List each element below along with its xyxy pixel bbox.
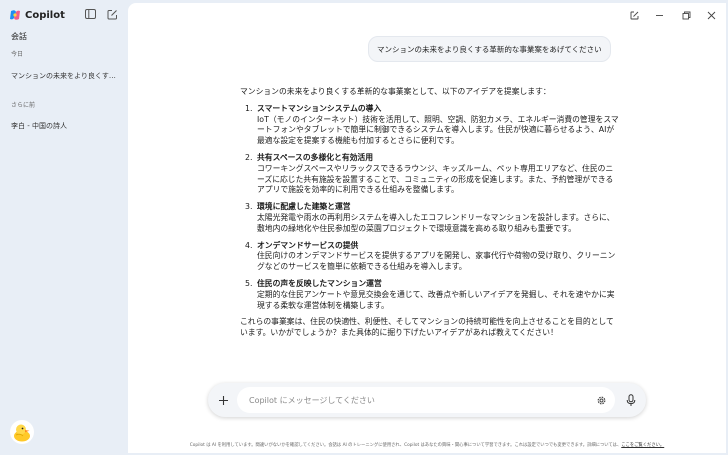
conversation-item[interactable]: マンションの未来をより良くする革新的な事業案 [11, 71, 121, 81]
add-attachment-button[interactable] [213, 390, 233, 410]
composer [208, 383, 646, 417]
conversations-heading: 会話 [11, 32, 27, 41]
chat-panel: マンションの未来をより良くする革新的な事業案をあげてください マンションの未来を… [128, 3, 726, 453]
answer-intro: マンションの未来をより良くする革新的な事業案として、以下のアイデアを提案します： [240, 87, 551, 96]
item-title: 環境に配慮した建築と運営 [257, 202, 351, 212]
list-item: 1. スマートマンションシステムの導入 IoT（モノのインターネット）技術を活用… [240, 104, 620, 147]
item-body: コワーキングスペースやリラックスできるラウンジ、キッズルーム、ペット専用エリアな… [257, 163, 614, 195]
microphone-button[interactable] [621, 390, 641, 410]
list-item: 3. 環境に配慮した建築と運営 太陽光発電や雨水の再利用システムを導入したエコフ… [240, 202, 620, 234]
section-label-today: 今日 [11, 51, 24, 58]
item-number: 2. [245, 152, 253, 162]
sidebar: Copilot 会話 今日 マンションの未来をより良くする革新的な事業案 さらに… [0, 0, 128, 455]
avatar[interactable] [10, 420, 34, 444]
gear-icon [597, 396, 605, 404]
disclaimer-text: Copilot は AI を利用しています。間違いがないかを確認してください。会… [189, 443, 622, 448]
conversation-item[interactable]: 李白 - 中国の詩人 [11, 121, 121, 131]
user-message: マンションの未来をより良くする革新的な事業案をあげてください [368, 36, 611, 62]
message-input-box [237, 387, 615, 413]
list-item: 4. オンデマンドサービスの提供 住民向けのオンデマンドサービスを提供するアプリ… [240, 241, 620, 273]
scroll-fade [228, 369, 628, 383]
microphone-icon [626, 393, 636, 406]
item-body: 住民向けのオンデマンドサービスを提供するアプリを開発し、家事代行や荷物の受け取り… [257, 251, 616, 272]
copilot-logo-icon [10, 10, 20, 20]
new-chat-icon[interactable] [106, 8, 118, 20]
item-number: 3. [245, 202, 253, 212]
brand-name: Copilot [25, 9, 65, 21]
item-number: 4. [245, 240, 253, 250]
item-title: オンデマンドサービスの提供 [257, 240, 359, 250]
sidebar-toggle-icon[interactable] [84, 8, 96, 20]
item-number: 5. [245, 278, 253, 288]
item-body: 定期的な住民アンケートや意見交換会を通じて、改善点や新しいアイデアを発掘し、それ… [257, 289, 615, 310]
plus-icon [218, 395, 228, 405]
item-title: 住民の声を反映したマンション運営 [257, 278, 382, 288]
item-title: スマートマンションシステムの導入 [257, 103, 382, 113]
disclaimer-footer: Copilot は AI を利用しています。間違いがないかを確認してください。会… [128, 442, 726, 448]
assistant-message: マンションの未来をより良くする革新的な事業案として、以下のアイデアを提案します：… [240, 87, 620, 339]
edit-window-icon[interactable] [628, 9, 640, 21]
restore-icon[interactable] [680, 9, 692, 21]
item-body: 太陽光発電や雨水の再利用システムを導入したエコフレンドリーなマンションを設計しま… [257, 212, 615, 233]
duck-avatar-icon [14, 424, 30, 442]
learn-more-link[interactable]: ここをご覧ください。 [621, 443, 664, 448]
proposal-list: 1. スマートマンションシステムの導入 IoT（モノのインターネット）技術を活用… [240, 104, 620, 312]
minimize-icon[interactable] [653, 9, 665, 21]
item-number: 1. [245, 103, 253, 113]
list-item: 5. 住民の声を反映したマンション運営 定期的な住民アンケートや意見交換会を通じ… [240, 279, 620, 311]
answer-outro: これらの事業案は、住民の快適性、利便性、そしてマンションの持続可能性を向上させる… [240, 317, 614, 338]
section-label-earlier: さらに前 [11, 102, 36, 109]
list-item: 2. 共有スペースの多様化と有効活用 コワーキングスペースやリラックスできるラウ… [240, 153, 620, 196]
settings-button[interactable] [593, 392, 609, 408]
item-title: 共有スペースの多様化と有効活用 [257, 152, 374, 162]
brand: Copilot [9, 8, 65, 22]
item-body: IoT（モノのインターネット）技術を活用して、照明、空調、防犯カメラ、エネルギー… [257, 114, 619, 146]
message-input[interactable] [237, 387, 567, 413]
close-icon[interactable] [705, 9, 717, 21]
